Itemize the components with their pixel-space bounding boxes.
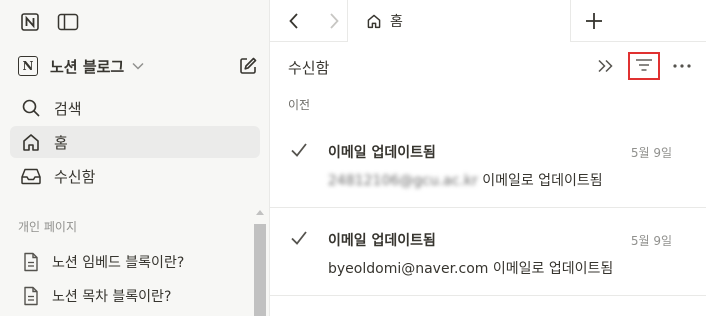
collapse-double-chevron-icon[interactable]: [594, 54, 618, 78]
sidebar-item-home[interactable]: 홈: [10, 126, 260, 158]
filter-button[interactable]: [628, 52, 660, 80]
notification-email: byeoldomi@naver.com: [328, 261, 489, 277]
sidebar-scrollbar[interactable]: [252, 208, 268, 316]
search-icon: [20, 97, 42, 119]
notification-suffix: 이메일로 업데이트됨: [488, 261, 614, 277]
sidebar-page-item[interactable]: 노션 목차 블록이란?: [10, 280, 250, 312]
chevron-down-icon: [132, 59, 144, 73]
notification-title: 이메일 업데이트됨: [328, 233, 436, 249]
group-label-earlier: 이전: [288, 98, 311, 112]
checkmark-icon[interactable]: [290, 142, 308, 162]
new-page-icon[interactable]: [236, 54, 260, 78]
section-label-private[interactable]: 개인 페이지: [18, 218, 77, 235]
inbox-header-actions: [594, 52, 694, 80]
history-nav: [282, 9, 346, 33]
notification-divider: [270, 207, 706, 208]
sidebar-item-inbox[interactable]: 수신함: [10, 160, 260, 192]
sidebar-page-item[interactable]: 노션 임베드 블록이란?: [10, 246, 250, 278]
tab-divider: [570, 0, 571, 42]
sidebar-item-label: 홈: [54, 133, 68, 152]
page-icon: [20, 251, 42, 273]
sidebar: N 노션 블로그 검색 홈 수신함 개인 페이지 노션 임베드 블록이란? 노션…: [0, 0, 270, 316]
back-arrow-icon[interactable]: [282, 9, 306, 33]
notification-date: 5월 9일: [630, 146, 672, 160]
notification-item[interactable]: 이메일 업데이트됨 5월 9일 byeoldomi@naver.com 이메일로…: [270, 216, 706, 302]
sidebar-page-label: 노션 임베드 블록이란?: [52, 255, 185, 271]
main-panel: 홈 수신함 이전 이메일 업데이트됨 5월 9일 24812106@gcu.ac…: [270, 0, 706, 316]
tab-bar: 홈: [270, 0, 706, 42]
notion-logo-icon[interactable]: [18, 10, 42, 34]
scroll-up-arrow-icon[interactable]: [256, 210, 264, 215]
filter-lines-icon: [635, 57, 653, 76]
workspace-name: 노션 블로그: [50, 57, 125, 76]
notification-email-blurred: 24812106@gcu.ac.kr: [328, 173, 478, 189]
sidebar-top-icons: [18, 10, 80, 34]
sidebar-item-search[interactable]: 검색: [10, 92, 260, 124]
notification-date: 5월 9일: [630, 234, 672, 248]
more-options-icon[interactable]: [670, 54, 694, 78]
home-icon: [20, 131, 42, 153]
notification-suffix: 이메일로 업데이트됨: [477, 173, 603, 189]
inbox-icon: [20, 165, 42, 187]
page-icon: [20, 285, 42, 307]
sidebar-toggle-icon[interactable]: [56, 10, 80, 34]
inbox-header: 수신함: [270, 52, 706, 82]
workspace-switcher[interactable]: N 노션 블로그: [10, 52, 262, 80]
tab-home[interactable]: 홈: [348, 0, 570, 42]
notification-item[interactable]: 이메일 업데이트됨 5월 9일 24812106@gcu.ac.kr 이메일로 …: [270, 128, 706, 214]
scrollbar-thumb[interactable]: [254, 224, 266, 316]
new-tab-plus-icon[interactable]: [582, 9, 606, 33]
workspace-logo: N: [18, 56, 38, 76]
notification-title: 이메일 업데이트됨: [328, 145, 436, 161]
home-icon: [366, 13, 382, 29]
sidebar-page-label: 노션 목차 블록이란?: [52, 289, 172, 305]
notification-body: byeoldomi@naver.com 이메일로 업데이트됨: [328, 258, 613, 278]
sidebar-item-label: 수신함: [54, 167, 96, 186]
sidebar-item-label: 검색: [54, 99, 82, 118]
notification-divider: [270, 295, 706, 296]
inbox-title: 수신함: [288, 59, 330, 77]
tab-label: 홈: [390, 14, 403, 30]
notification-body: 24812106@gcu.ac.kr 이메일로 업데이트됨: [328, 170, 603, 190]
forward-arrow-icon[interactable]: [322, 9, 346, 33]
checkmark-icon[interactable]: [290, 230, 308, 250]
